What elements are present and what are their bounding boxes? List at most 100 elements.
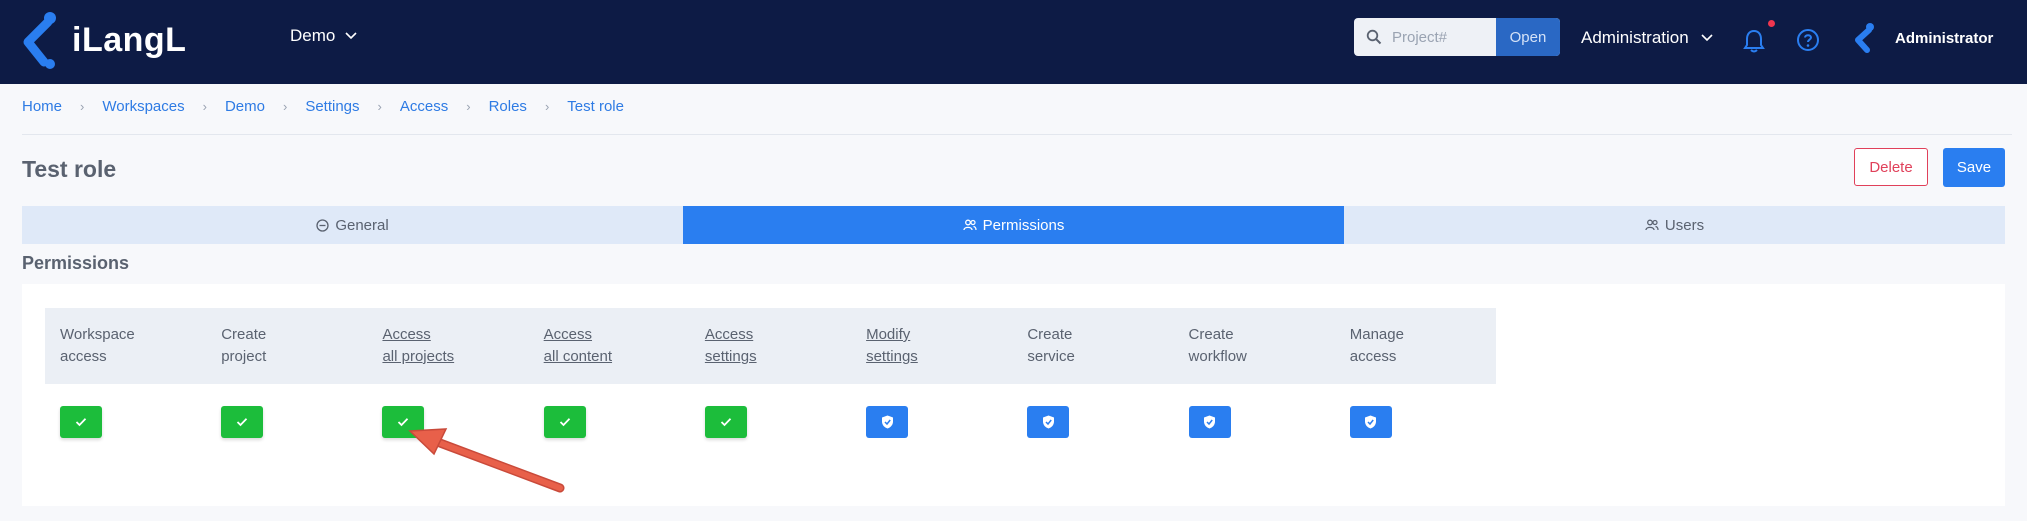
column-header-line1: Create bbox=[1188, 326, 1234, 343]
permission-cell-create-project bbox=[206, 406, 367, 438]
chevron-right-icon: › bbox=[377, 99, 382, 114]
workspace-selector[interactable]: Demo bbox=[290, 26, 357, 46]
permissions-panel: Workspace access Create project Access all pr… bbox=[22, 284, 2005, 506]
check-icon bbox=[237, 418, 248, 427]
column-header-workspace-access: Workspace access bbox=[45, 308, 206, 384]
column-header-line1: Access bbox=[382, 326, 431, 343]
permission-cell-modify-settings bbox=[851, 406, 1012, 438]
chevron-right-icon: › bbox=[282, 99, 288, 114]
user-menu[interactable]: Administrator bbox=[1853, 22, 1993, 54]
column-header-line1: Create bbox=[1027, 326, 1073, 343]
column-header-line2: access bbox=[60, 348, 107, 365]
tab-general-label: General bbox=[335, 216, 389, 234]
permission-toggle-access-settings[interactable] bbox=[704, 406, 747, 438]
user-avatar-icon bbox=[1855, 23, 1874, 53]
logo[interactable]: iLangL bbox=[20, 10, 186, 70]
permissions-table: Workspace access Create project Access all pr… bbox=[45, 308, 1496, 460]
shield-icon bbox=[1365, 415, 1377, 429]
column-header-line2: settings bbox=[704, 348, 757, 365]
column-header-line1: Access bbox=[704, 326, 754, 343]
notifications-button[interactable] bbox=[1742, 20, 1775, 54]
column-header-line2: service bbox=[1027, 348, 1075, 365]
permission-cell-create-service bbox=[1012, 406, 1173, 438]
column-header-line2: all content bbox=[543, 348, 613, 365]
check-icon bbox=[720, 418, 732, 427]
chevron-down-icon bbox=[345, 32, 357, 40]
column-header-modify-settings[interactable]: Modify settings bbox=[851, 308, 1012, 384]
breadcrumb: Home › Workspaces › Demo › Settings › Ac… bbox=[22, 98, 624, 115]
tab-permissions[interactable]: Permissions bbox=[683, 206, 1344, 244]
help-button[interactable] bbox=[1796, 28, 1822, 54]
permission-toggle-access-all-content[interactable] bbox=[543, 406, 586, 438]
permission-cell-access-all-projects bbox=[367, 406, 528, 438]
breadcrumb-test-role[interactable]: Test role bbox=[567, 98, 624, 115]
column-header-line1: Access bbox=[543, 326, 593, 343]
permission-toggle-modify-settings[interactable] bbox=[866, 406, 909, 438]
user-name: Administrator bbox=[1895, 29, 1994, 47]
column-header-line1: Workspace bbox=[60, 326, 135, 343]
workspace-label: Demo bbox=[290, 26, 336, 45]
column-header-line2: workflow bbox=[1188, 348, 1247, 365]
permission-cell-access-settings bbox=[690, 406, 851, 438]
permission-toggle-create-project[interactable] bbox=[221, 406, 264, 438]
open-project-button[interactable]: Open bbox=[1496, 18, 1560, 56]
users-icon bbox=[963, 219, 977, 231]
save-button[interactable]: Save bbox=[1943, 148, 2005, 187]
permission-toggle-access-all-projects[interactable] bbox=[382, 406, 425, 438]
top-navbar: iLangL Demo Open Administration bbox=[0, 0, 2027, 84]
chevron-right-icon: › bbox=[544, 99, 550, 114]
column-header-line2: settings bbox=[866, 348, 918, 365]
role-tabs: General Permissions Users bbox=[22, 206, 2005, 244]
tab-users-label: Users bbox=[1664, 216, 1705, 234]
breadcrumb-roles[interactable]: Roles bbox=[489, 98, 527, 115]
column-header-line2: access bbox=[1349, 348, 1397, 365]
column-header-access-all-projects[interactable]: Access all projects bbox=[367, 308, 528, 384]
column-header-create-project: Create project bbox=[206, 308, 367, 384]
administration-menu[interactable]: Administration bbox=[1581, 28, 1713, 48]
breadcrumb-access[interactable]: Access bbox=[400, 98, 448, 115]
breadcrumb-settings[interactable]: Settings bbox=[305, 98, 359, 115]
chevron-right-icon: › bbox=[466, 99, 471, 114]
column-header-access-all-content[interactable]: Access all content bbox=[529, 308, 690, 384]
chevron-down-icon bbox=[1701, 34, 1713, 42]
column-header-manage-access: Manage access bbox=[1335, 308, 1496, 384]
permission-cell-manage-access bbox=[1335, 406, 1496, 438]
column-header-line2: project bbox=[221, 348, 267, 365]
breadcrumb-demo[interactable]: Demo bbox=[225, 98, 265, 115]
permission-cell-access-all-content bbox=[529, 406, 690, 438]
breadcrumb-workspaces[interactable]: Workspaces bbox=[102, 98, 184, 115]
logo-icon bbox=[23, 12, 56, 69]
tab-users[interactable]: Users bbox=[1344, 206, 2005, 244]
delete-button[interactable]: Delete bbox=[1854, 148, 1928, 186]
permission-toggle-manage-access[interactable] bbox=[1349, 406, 1392, 438]
column-header-line2: all projects bbox=[382, 348, 455, 365]
check-icon bbox=[398, 418, 409, 427]
permissions-heading: Permissions bbox=[22, 253, 130, 273]
logo-text: iLangL bbox=[72, 20, 187, 59]
chevron-right-icon: › bbox=[202, 99, 207, 114]
permission-toggle-workspace-access[interactable] bbox=[60, 406, 102, 438]
administration-label: Administration bbox=[1581, 28, 1689, 47]
check-icon bbox=[75, 418, 87, 427]
shield-icon bbox=[881, 415, 893, 429]
permission-cell-create-workflow bbox=[1174, 406, 1335, 438]
chevron-right-icon: › bbox=[80, 99, 85, 114]
minus-circle-icon bbox=[316, 218, 329, 232]
users-icon bbox=[1645, 219, 1659, 231]
permission-toggle-create-workflow[interactable] bbox=[1188, 406, 1231, 438]
permission-cell-workspace-access bbox=[45, 406, 206, 438]
page-title: Test role bbox=[22, 156, 117, 182]
permissions-toggle-row bbox=[45, 384, 1496, 460]
column-header-create-workflow: Create workflow bbox=[1174, 308, 1335, 384]
bell-icon bbox=[1743, 29, 1765, 53]
column-header-create-service: Create service bbox=[1012, 308, 1173, 384]
breadcrumb-home[interactable]: Home bbox=[22, 98, 62, 115]
shield-icon bbox=[1042, 415, 1054, 429]
tab-general[interactable]: General bbox=[22, 206, 683, 244]
column-header-line1: Manage bbox=[1349, 326, 1404, 343]
help-icon bbox=[1797, 29, 1819, 51]
divider bbox=[22, 134, 2012, 135]
permission-toggle-create-service[interactable] bbox=[1027, 406, 1070, 438]
column-header-line1: Modify bbox=[866, 326, 911, 343]
column-header-access-settings[interactable]: Access settings bbox=[690, 308, 851, 384]
